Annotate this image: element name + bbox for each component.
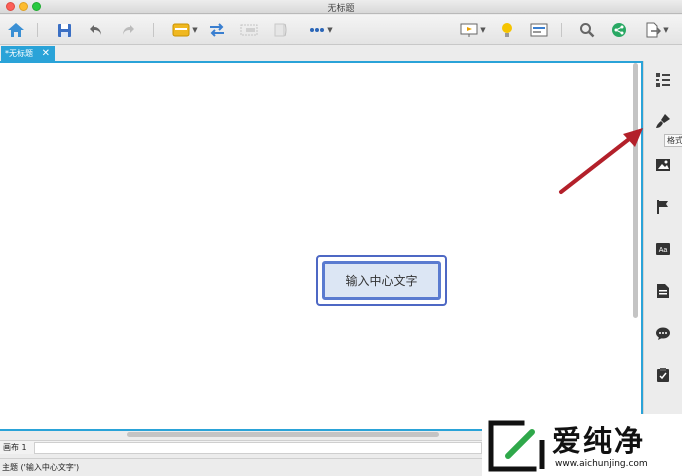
export-icon[interactable]: ▼: [640, 20, 674, 40]
format-brush-icon[interactable]: [654, 112, 672, 130]
outline-list-icon[interactable]: [654, 71, 672, 89]
toolbar-separator: [561, 23, 562, 37]
central-topic-label: 输入中心文字: [322, 261, 441, 300]
redo-icon[interactable]: [118, 20, 138, 40]
title-bar: 无标题: [0, 0, 682, 14]
sheet-tab-area: [34, 442, 482, 454]
idea-icon[interactable]: [496, 20, 518, 40]
watermark-brand: 爱纯净: [552, 424, 646, 458]
save-icon[interactable]: [54, 20, 74, 40]
window-title: 无标题: [327, 4, 355, 14]
tab-untitled[interactable]: *无标题 ✕: [1, 46, 55, 61]
right-panel: Aa: [643, 61, 682, 451]
share-icon[interactable]: [608, 20, 630, 40]
more-icon[interactable]: ▼: [304, 20, 338, 40]
presentation-icon[interactable]: ▼: [456, 20, 490, 40]
watermark-url: www.aichunjing.com: [555, 459, 648, 469]
sheet-tab-bar: 画布 1: [0, 440, 482, 454]
document-tab-strip: *无标题 ✕: [0, 46, 682, 61]
format-tooltip: 格式: [664, 134, 682, 147]
home-icon[interactable]: [6, 20, 26, 40]
annotation-arrow: [559, 128, 643, 194]
comments-icon[interactable]: [654, 324, 672, 342]
flag-marker-icon[interactable]: [654, 198, 672, 216]
watermark-logo-icon: [488, 420, 545, 472]
search-icon[interactable]: [576, 20, 598, 40]
text-style-icon[interactable]: Aa: [654, 240, 672, 258]
image-icon[interactable]: [654, 156, 672, 174]
tasks-icon[interactable]: [654, 366, 672, 384]
sheet-tab-1[interactable]: 画布 1: [1, 442, 33, 454]
tab-label: *无标题: [5, 49, 33, 58]
boundary-icon[interactable]: [238, 20, 260, 40]
summary-icon[interactable]: [270, 20, 292, 40]
watermark: 爱纯净 www.aichunjing.com: [482, 414, 682, 476]
relationship-icon[interactable]: [206, 20, 228, 40]
toolbar: ▼ ▼ ▼ ▼: [0, 15, 682, 45]
horizontal-scrollbar[interactable]: [127, 432, 439, 437]
toolbar-separator: [153, 23, 154, 37]
central-topic[interactable]: 输入中心文字: [316, 255, 447, 306]
topic-icon[interactable]: ▼: [168, 20, 202, 40]
undo-icon[interactable]: [86, 20, 106, 40]
notes-icon[interactable]: [654, 282, 672, 300]
app-window: 无标题 ▼ ▼ ▼ ▼ *无标题 ✕ 输入中心文字 Aa 格式 画布 1 主题 …: [0, 0, 682, 476]
close-icon[interactable]: ✕: [42, 46, 50, 61]
toolbar-separator: [37, 23, 38, 37]
outline-icon[interactable]: [528, 20, 550, 40]
mindmap-canvas[interactable]: [0, 61, 643, 431]
status-text: 主题 ('输入中心文字'): [2, 463, 80, 472]
svg-text:Aa: Aa: [659, 247, 668, 254]
